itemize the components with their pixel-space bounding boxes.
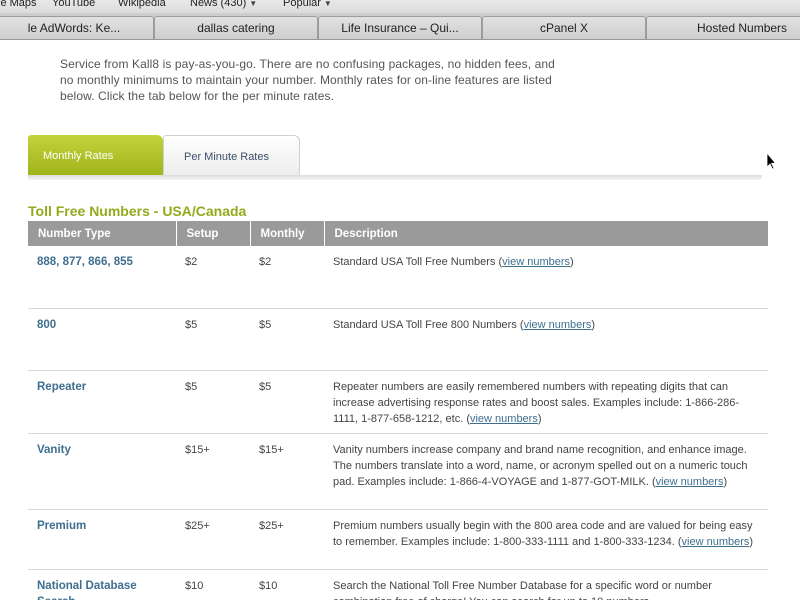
view-numbers-link[interactable]: view numbers [502, 256, 570, 268]
cell-description: Standard USA Toll Free 800 Numbers (view… [324, 308, 768, 371]
view-numbers-link[interactable]: view numbers [682, 536, 750, 548]
description-suffix: ) [591, 318, 596, 331]
intro-text: Service from Kall8 is pay-as-you-go. The… [60, 57, 555, 103]
cell-setup: $5 [176, 308, 250, 371]
browser-tab-hosted-numbers[interactable]: Hosted Numbers [646, 16, 800, 39]
header-number-type: Number Type [28, 221, 177, 246]
cell-number-type: National Database Search [28, 569, 176, 600]
cell-description: Vanity numbers increase company and bran… [324, 433, 768, 510]
table-row: Vanity $15+ $15+ Vanity numbers increase co… [28, 433, 768, 510]
view-numbers-link[interactable]: view numbers [470, 413, 538, 425]
description-suffix: ) [723, 475, 728, 488]
rates-table-body: 888, 877, 866, 855 $2 $2 Standard USA Toll … [28, 246, 768, 600]
cell-setup: $2 [176, 246, 250, 309]
bookmark-maps[interactable]: le Maps [0, 0, 37, 9]
tab-divider [28, 175, 762, 180]
table-row: 888, 877, 866, 855 $2 $2 Standard USA Toll … [28, 246, 768, 309]
chevron-down-icon: ▼ [249, 0, 258, 8]
cell-monthly: $5 [250, 308, 324, 371]
header-description: Description [324, 221, 768, 246]
view-numbers-link[interactable]: view numbers [524, 319, 592, 331]
view-numbers-link[interactable]: view numbers [656, 476, 724, 488]
cell-number-type: 800 [28, 308, 176, 371]
description-suffix: ) [749, 535, 754, 548]
description-text: Standard USA Toll Free Numbers ( [333, 256, 503, 268]
cell-monthly: $10 [250, 569, 324, 600]
cell-number-type: Vanity [28, 433, 176, 510]
bookmark-popular[interactable]: Popular ▼ [283, 0, 332, 9]
cell-setup: $5 [176, 370, 250, 434]
cell-description: Search the National Toll Free Number Dat… [324, 569, 768, 600]
table-row: Repeater $5 $5 Repeater numbers are easily … [28, 370, 768, 434]
browser-tab-strip: le AdWords: Ke... dallas catering Life I… [0, 13, 800, 40]
mouse-cursor-icon [766, 152, 776, 170]
header-monthly: Monthly [250, 221, 325, 246]
cell-monthly: $25+ [250, 509, 324, 570]
bookmark-news[interactable]: News (430) ▼ [190, 0, 257, 9]
bookmark-youtube[interactable]: YouTube [52, 0, 95, 9]
browser-tab-dallas-catering[interactable]: dallas catering [154, 16, 318, 39]
cell-number-type: Premium [28, 509, 176, 570]
cell-setup: $10 [176, 569, 250, 600]
chevron-down-icon: ▼ [323, 0, 332, 8]
section-title: Toll Free Numbers - USA/Canada [28, 203, 247, 219]
browser-tab-life-insurance[interactable]: Life Insurance – Qui... [318, 16, 482, 39]
table-row: National Database Search$10$10Search the… [28, 569, 768, 600]
rates-table: Number Type Setup Monthly Description 88… [28, 221, 768, 600]
description-text: Search the National Toll Free Number Dat… [333, 579, 712, 600]
browser-tab-adwords[interactable]: le AdWords: Ke... [0, 16, 154, 39]
bookmark-wikipedia[interactable]: Wikipedia [118, 0, 166, 9]
header-setup: Setup [176, 221, 251, 246]
cell-monthly: $2 [250, 246, 324, 309]
rate-tabs: Monthly Rates Per Minute Rates [28, 135, 768, 180]
description-text: Standard USA Toll Free 800 Numbers ( [333, 318, 524, 331]
description-suffix: ) [570, 256, 574, 268]
cell-monthly: $15+ [250, 433, 324, 510]
tab-per-minute-rates[interactable]: Per Minute Rates [163, 135, 300, 177]
cell-monthly: $5 [250, 370, 324, 434]
cell-number-type: 888, 877, 866, 855 [28, 246, 176, 309]
cell-description: Standard USA Toll Free Numbers (view num… [324, 246, 768, 309]
tab-monthly-rates[interactable]: Monthly Rates [28, 135, 163, 177]
cell-number-type: Repeater [28, 370, 176, 434]
bookmarks-bar: le Maps YouTube Wikipedia News (430) ▼ Po… [0, 0, 800, 13]
table-row: Premium $25+ $25+ Premium numbers usually b… [28, 509, 768, 570]
cell-description: Premium numbers usually begin with the 8… [324, 509, 768, 570]
cell-description: Repeater numbers are easily remembered n… [324, 370, 768, 434]
table-header-row: Number Type Setup Monthly Description [28, 221, 768, 246]
description-suffix: ) [537, 412, 542, 425]
table-row: 800 $5 $5 Standard USA Toll Free 800 Number… [28, 308, 768, 371]
browser-tab-cpanel[interactable]: cPanel X [482, 16, 646, 39]
cell-setup: $25+ [176, 509, 250, 570]
cell-setup: $15+ [176, 433, 250, 510]
